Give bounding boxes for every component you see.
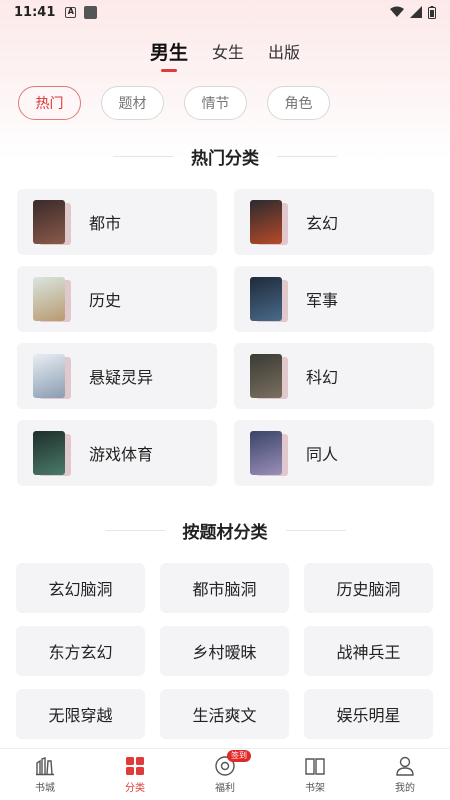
tab-female[interactable]: 女生 (212, 39, 244, 63)
topic-section-heading: 按题材分类 (0, 518, 450, 543)
wifi-icon (390, 6, 404, 17)
divider (285, 530, 346, 531)
bottom-nav: 书城 分类 签到 福利 书架 我的 (0, 748, 450, 800)
topic-tag-button[interactable]: 生活爽文 (160, 689, 289, 739)
divider (277, 156, 337, 157)
tab-publish[interactable]: 出版 (268, 39, 300, 63)
gender-tabs: 男生 女生 出版 (0, 28, 450, 74)
book-cover (33, 277, 71, 322)
book-cover (250, 431, 288, 476)
checkin-badge: 签到 (227, 750, 251, 762)
hot-section-title: 热门分类 (191, 149, 259, 169)
nav-category[interactable]: 分类 (90, 749, 180, 800)
category-icon (126, 757, 144, 775)
tab-male[interactable]: 男生 (150, 38, 188, 65)
category-label: 悬疑灵异 (89, 368, 154, 387)
nav-label: 福利 (215, 783, 235, 794)
profile-icon (396, 756, 414, 776)
signal-icon (410, 6, 422, 18)
category-card[interactable]: 历史 (17, 266, 217, 332)
topic-section-title: 按题材分类 (182, 523, 268, 543)
topic-tag-button[interactable]: 娱乐明星 (304, 689, 433, 739)
category-label: 都市 (89, 214, 122, 233)
nav-bookstore[interactable]: 书城 (0, 749, 90, 800)
topic-tag-button[interactable]: 乡村暧昧 (160, 626, 289, 676)
category-card[interactable]: 游戏体育 (17, 420, 217, 486)
topic-tag-button[interactable]: 东方玄幻 (16, 626, 145, 676)
book-cover (33, 200, 71, 245)
book-cover (250, 277, 288, 322)
category-label: 玄幻 (306, 214, 339, 233)
notification-square-icon (84, 5, 98, 19)
nav-label: 分类 (125, 783, 145, 794)
filter-hot[interactable]: 热门 (18, 86, 81, 120)
bookshelf-icon (305, 758, 325, 775)
book-cover (33, 354, 71, 399)
topic-tag-button[interactable]: 都市脑洞 (160, 563, 289, 613)
divider (104, 530, 165, 531)
status-time: 11:41 (14, 4, 56, 20)
category-label: 军事 (306, 291, 339, 310)
topic-tag-grid: 玄幻脑洞 都市脑洞 历史脑洞 东方玄幻 乡村暧昧 战神兵王 无限穿越 生活爽文 … (0, 563, 450, 739)
category-card[interactable]: 都市 (17, 189, 217, 255)
category-card[interactable]: 同人 (234, 420, 434, 486)
status-bar: 11:41 A (0, 0, 450, 24)
book-cover (250, 354, 288, 399)
nav-bookshelf[interactable]: 书架 (270, 749, 360, 800)
topic-tag-button[interactable]: 无限穿越 (16, 689, 145, 739)
nav-welfare[interactable]: 签到 福利 (180, 749, 270, 800)
hot-category-grid: 都市 玄幻 历史 军事 悬疑灵异 科幻 游戏体育 同人 (0, 189, 450, 486)
book-cover (250, 200, 288, 245)
book-cover (33, 431, 71, 476)
filter-chips: 热门 题材 情节 角色 (0, 86, 450, 120)
notification-a-icon: A (65, 6, 77, 18)
filter-topic[interactable]: 题材 (101, 86, 164, 120)
hot-section-heading: 热门分类 (0, 144, 450, 169)
battery-icon (428, 5, 436, 19)
category-label: 历史 (89, 291, 122, 310)
header-background (0, 0, 450, 160)
divider (113, 156, 173, 157)
category-card[interactable]: 玄幻 (234, 189, 434, 255)
nav-label: 书城 (35, 783, 55, 794)
nav-profile[interactable]: 我的 (360, 749, 450, 800)
nav-label: 我的 (395, 783, 415, 794)
nav-label: 书架 (305, 783, 325, 794)
bookstore-icon (36, 757, 54, 776)
category-card[interactable]: 悬疑灵异 (17, 343, 217, 409)
topic-tag-button[interactable]: 战神兵王 (304, 626, 433, 676)
category-label: 科幻 (306, 368, 339, 387)
topic-tag-button[interactable]: 历史脑洞 (304, 563, 433, 613)
category-card[interactable]: 科幻 (234, 343, 434, 409)
filter-plot[interactable]: 情节 (184, 86, 247, 120)
category-label: 游戏体育 (89, 445, 154, 464)
topic-tag-button[interactable]: 玄幻脑洞 (16, 563, 145, 613)
filter-role[interactable]: 角色 (267, 86, 330, 120)
category-label: 同人 (306, 445, 339, 464)
category-card[interactable]: 军事 (234, 266, 434, 332)
